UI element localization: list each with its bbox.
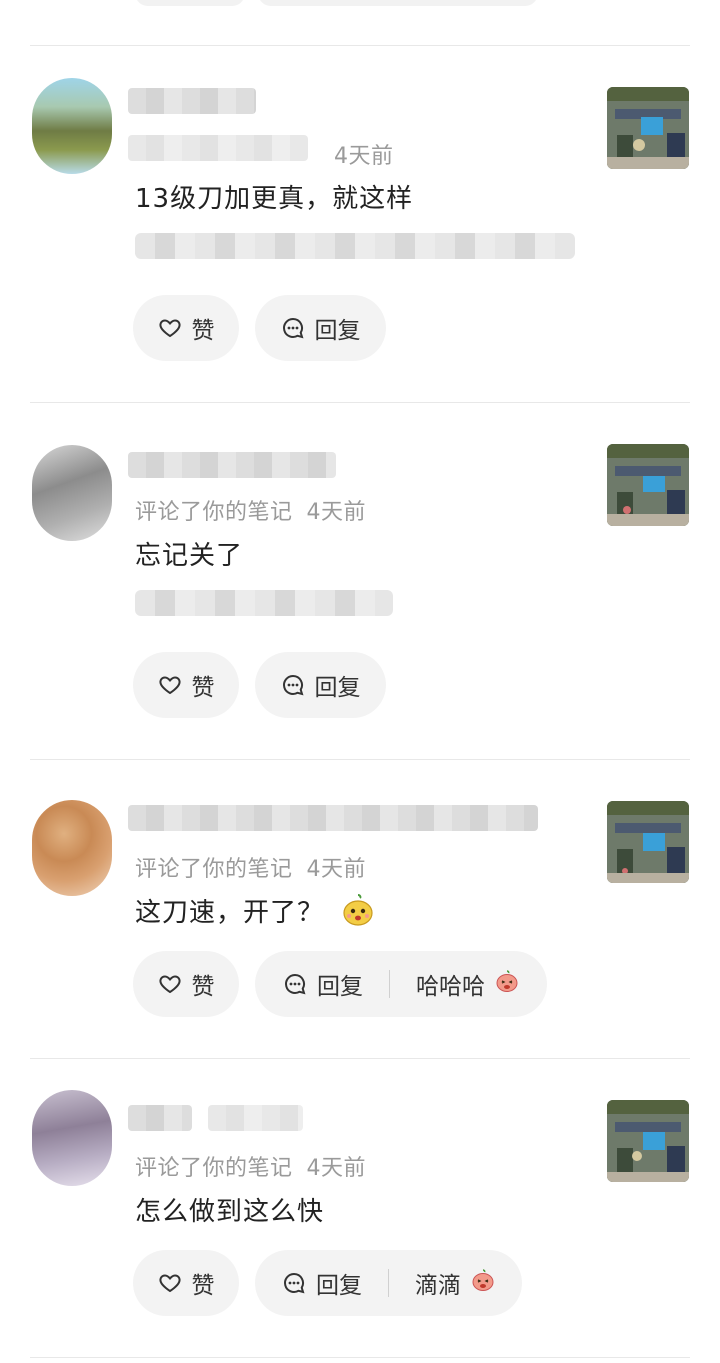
comment-time: 4天前 — [334, 144, 394, 169]
like-label: 赞 — [191, 1273, 215, 1299]
meta-text: 评论了你的笔记 — [135, 1156, 293, 1181]
laughing-face-emoji — [495, 969, 519, 999]
meta-text: 评论了你的笔记 — [135, 500, 293, 525]
note-thumbnail[interactable] — [607, 801, 689, 883]
reply-label: 回复 — [316, 1273, 362, 1299]
username-blurred[interactable] — [128, 452, 336, 478]
comment-time: 4天前 — [306, 1156, 367, 1181]
comment-text: 这刀速，开了？ — [135, 892, 375, 934]
like-button[interactable]: 赞 — [133, 295, 239, 361]
like-label: 赞 — [191, 318, 215, 344]
previous-like-button[interactable] — [135, 0, 245, 6]
comment-meta: 评论了你的笔记 4天前 — [135, 494, 366, 526]
referenced-note-blurred — [135, 233, 575, 259]
like-button[interactable]: 赞 — [133, 951, 239, 1017]
comment-text: 忘记关了 — [135, 541, 244, 571]
chat-bubble-icon — [282, 1271, 306, 1295]
chat-bubble-icon — [283, 972, 307, 996]
quick-reply-text[interactable]: 滴滴 — [415, 1266, 461, 1300]
previous-item-stub — [0, 0, 720, 46]
comment-meta: 评论了你的笔记 4天前 — [135, 851, 366, 883]
comment-meta: 4天前 — [320, 138, 394, 170]
comment-text: 13级刀加更真，就这样 — [135, 184, 414, 214]
like-label: 赞 — [191, 974, 215, 1000]
comment-meta: 评论了你的笔记 4天前 — [135, 1150, 366, 1182]
avatar[interactable] — [32, 445, 112, 541]
separator — [388, 1269, 389, 1297]
quick-reply-text[interactable]: 哈哈哈 — [416, 967, 485, 1001]
reply-button[interactable]: 回复 — [255, 295, 386, 361]
separator — [389, 970, 390, 998]
like-label: 赞 — [191, 675, 215, 701]
username-blurred-secondary — [208, 1105, 303, 1131]
meta-blurred — [128, 135, 308, 161]
avatar[interactable] — [32, 78, 112, 174]
comment-text: 怎么做到这么快 — [135, 1197, 325, 1227]
chat-bubble-icon — [281, 316, 305, 340]
avatar[interactable] — [32, 1090, 112, 1186]
reply-button[interactable]: 回复 — [255, 652, 386, 718]
reply-button[interactable]: 回复 哈哈哈 — [255, 951, 547, 1017]
divider — [30, 759, 690, 760]
smiling-face-emoji — [341, 893, 375, 934]
heart-icon — [158, 673, 182, 697]
divider — [30, 45, 690, 46]
chat-bubble-icon — [281, 673, 305, 697]
heart-icon — [158, 972, 182, 996]
reply-button[interactable]: 回复 滴滴 — [255, 1250, 522, 1316]
heart-icon — [158, 316, 182, 340]
comment-time: 4天前 — [306, 500, 367, 525]
reply-label: 回复 — [317, 974, 363, 1000]
divider — [30, 1058, 690, 1059]
note-thumbnail[interactable] — [607, 1100, 689, 1182]
username-blurred[interactable] — [128, 88, 256, 114]
divider — [30, 402, 690, 403]
heart-icon — [158, 1271, 182, 1295]
avatar[interactable] — [32, 800, 112, 896]
like-button[interactable]: 赞 — [133, 1250, 239, 1316]
note-thumbnail[interactable] — [607, 87, 689, 169]
note-thumbnail[interactable] — [607, 444, 689, 526]
like-button[interactable]: 赞 — [133, 652, 239, 718]
meta-text: 评论了你的笔记 — [135, 857, 293, 882]
referenced-note-blurred — [135, 590, 393, 616]
previous-reply-button[interactable] — [258, 0, 538, 6]
username-blurred[interactable] — [128, 1105, 192, 1131]
laughing-face-emoji — [471, 1268, 495, 1298]
divider — [30, 1357, 690, 1358]
comment-text-body: 这刀速，开了？ — [135, 898, 325, 928]
reply-label: 回复 — [314, 675, 361, 701]
username-blurred[interactable] — [128, 805, 538, 831]
comment-time: 4天前 — [306, 857, 367, 882]
reply-label: 回复 — [314, 318, 361, 344]
